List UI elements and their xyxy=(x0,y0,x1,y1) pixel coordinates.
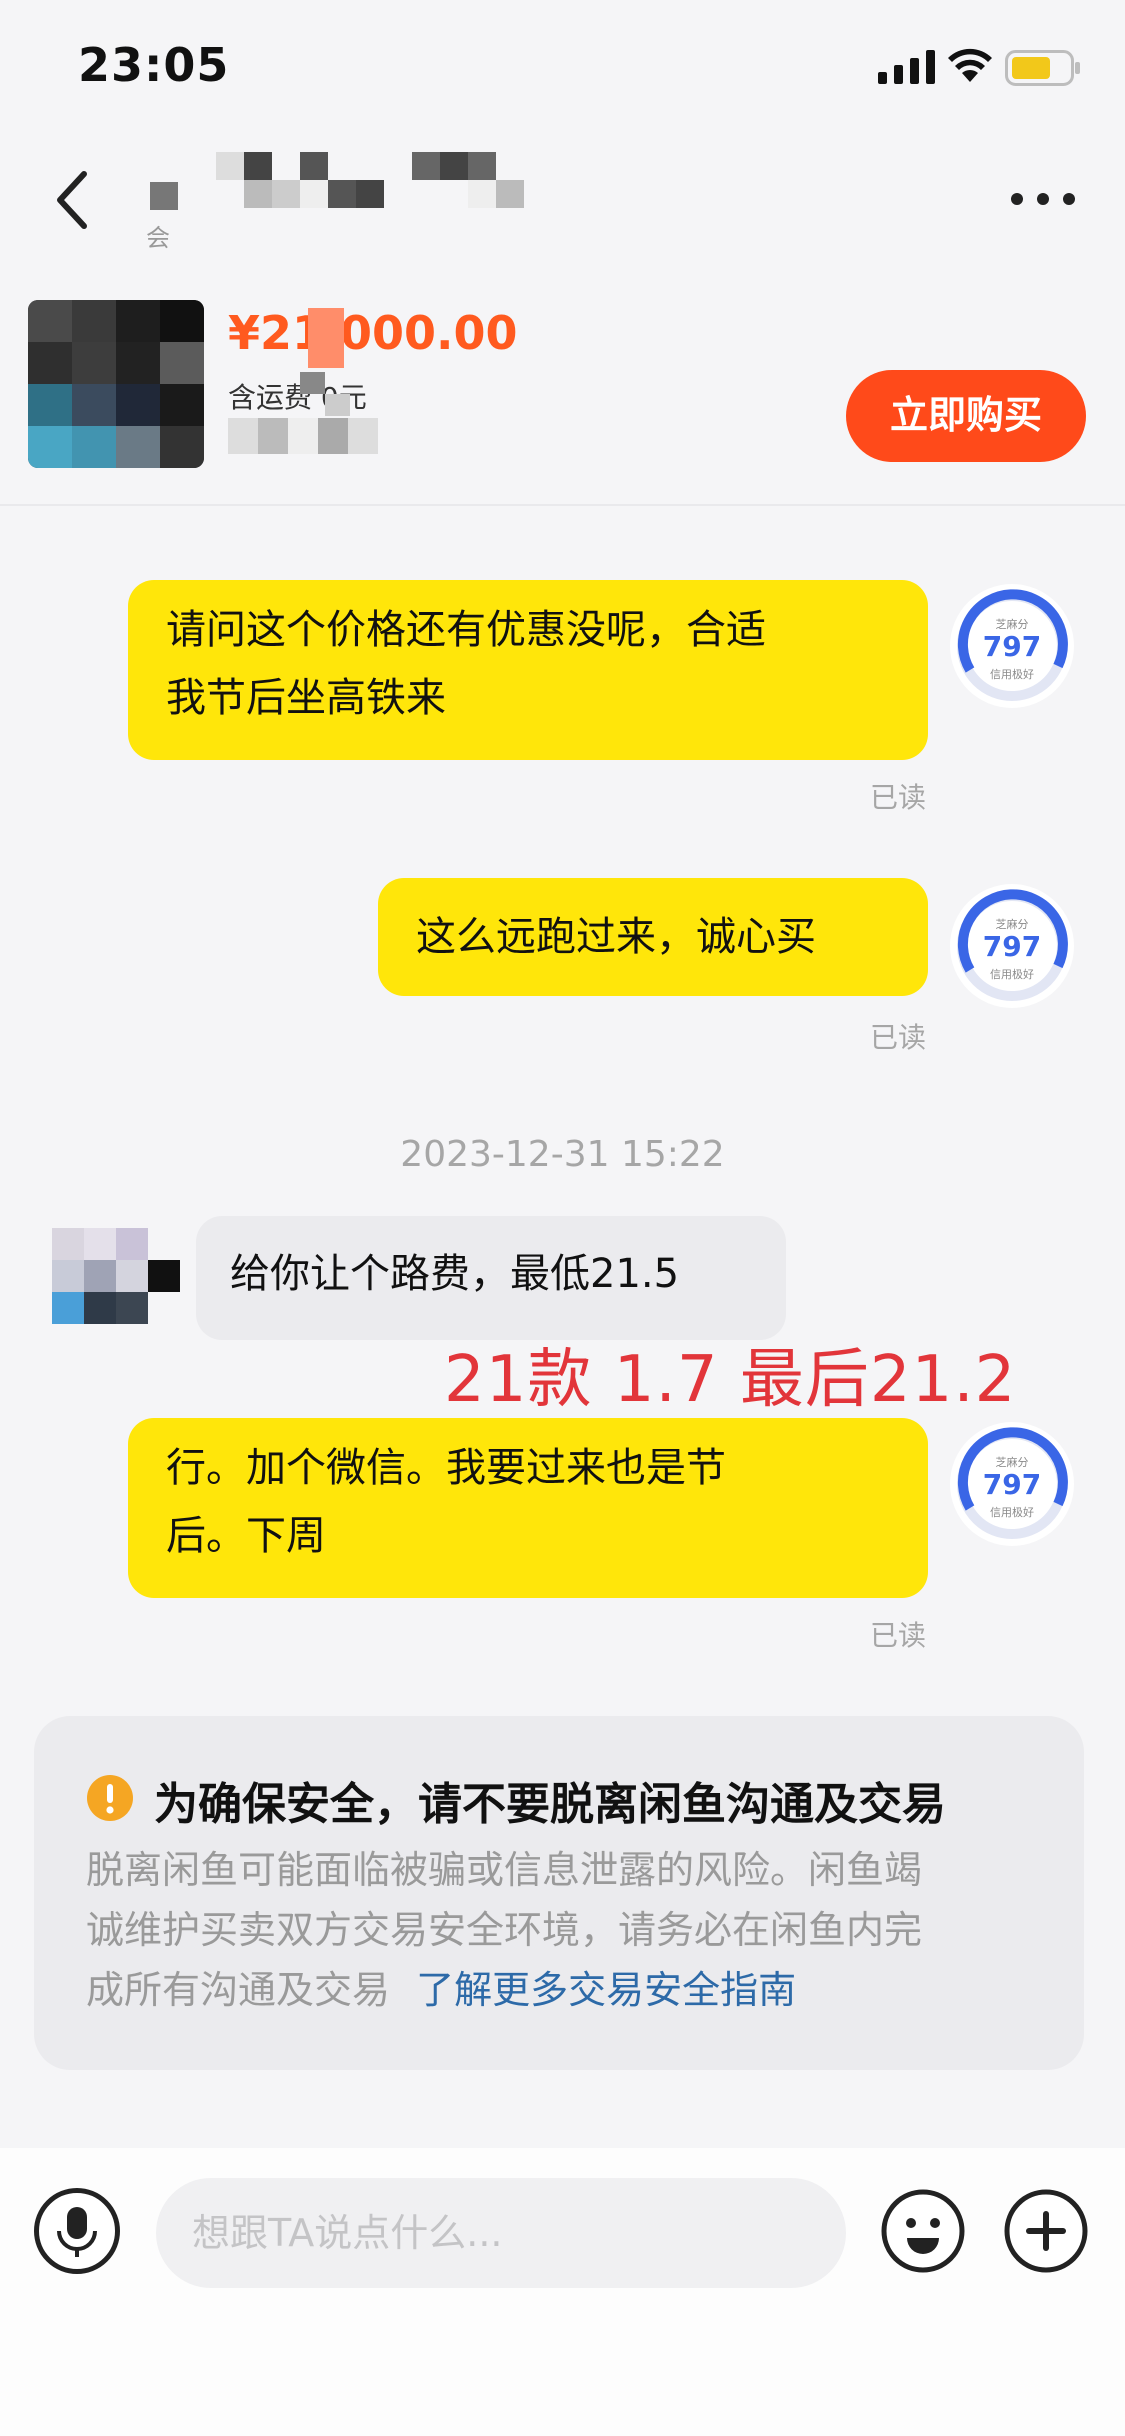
outgoing-message[interactable]: 行。加个微信。我要过来也是节 后。下周 xyxy=(128,1418,928,1598)
warning-icon xyxy=(87,1775,133,1821)
score-label: 芝麻分 xyxy=(996,617,1029,631)
emoji-icon[interactable] xyxy=(880,2188,966,2274)
outgoing-message[interactable]: 这么远跑过来，诚心买 xyxy=(378,878,928,996)
score-label: 芝麻分 xyxy=(996,1455,1029,1469)
plus-icon[interactable] xyxy=(1003,2188,1089,2274)
safety-body-text: 成所有沟通及交易 xyxy=(86,1968,391,2012)
message-text-line: 后。下周 xyxy=(166,1513,326,1559)
chat-screen: 23:05 会 ¥21 000.00 含运费 0元 立即购买 请问这个价格还有优… xyxy=(0,0,1125,2436)
nav-subtitle: 会 xyxy=(146,224,170,252)
price-redaction xyxy=(308,308,344,368)
safety-title: 为确保安全，请不要脱离闲鱼沟通及交易 xyxy=(154,1779,946,1830)
outgoing-message[interactable]: 请问这个价格还有优惠没呢，合适 我节后坐高铁来 xyxy=(128,580,928,760)
read-status: 已读 xyxy=(870,1021,927,1054)
score-level: 信用极好 xyxy=(990,1505,1034,1519)
contact-name-mosaic xyxy=(150,152,524,210)
microphone-icon xyxy=(57,2207,97,2257)
chat-timestamp: 2023-12-31 15:22 xyxy=(400,1134,725,1175)
credit-score: 797 xyxy=(983,1468,1041,1501)
message-text-line: 这么远跑过来，诚心买 xyxy=(416,914,816,960)
sesame-credit-avatar[interactable]: 芝麻分 797 信用极好 xyxy=(948,582,1076,710)
safety-body: 脱离闲鱼可能面临被骗或信息泄露的风险。闲鱼竭 诚维护买卖双方交易安全环境，请务必… xyxy=(86,1840,1046,2020)
message-input[interactable]: 想跟TA说点什么... xyxy=(156,2178,846,2288)
read-status: 已读 xyxy=(870,1619,927,1652)
status-bar: 23:05 xyxy=(0,0,1125,130)
product-price: ¥21 000.00 xyxy=(228,306,518,360)
safety-body-line: 脱离闲鱼可能面临被骗或信息泄露的风险。闲鱼竭 xyxy=(86,1848,923,1892)
input-bar: 想跟TA说点什么... xyxy=(0,2148,1125,2436)
chat-message-list[interactable]: 请问这个价格还有优惠没呢，合适 我节后坐高铁来 芝麻分 797 信用极好 已读 … xyxy=(0,508,1125,2148)
more-icon[interactable] xyxy=(1008,186,1078,212)
read-status: 已读 xyxy=(870,781,927,814)
score-label: 芝麻分 xyxy=(996,917,1029,931)
product-thumbnail[interactable] xyxy=(28,300,204,468)
buy-now-button[interactable]: 立即购买 xyxy=(846,370,1086,462)
sesame-credit-avatar[interactable]: 芝麻分 797 信用极好 xyxy=(948,882,1076,1010)
product-subtitle-mosaic xyxy=(228,418,378,454)
message-text-line: 请问这个价格还有优惠没呢，合适 xyxy=(166,607,766,653)
price-annotation: 21款 1.7 最后21.2 xyxy=(444,1343,1017,1417)
battery-icon xyxy=(1005,50,1080,86)
score-level: 信用极好 xyxy=(990,667,1034,681)
credit-score: 797 xyxy=(983,930,1041,963)
safety-notice-card: 为确保安全，请不要脱离闲鱼沟通及交易 脱离闲鱼可能面临被骗或信息泄露的风险。闲鱼… xyxy=(34,1716,1084,2070)
incoming-message[interactable]: 给你让个路费，最低21.5 xyxy=(196,1216,786,1340)
nav-bar: 会 xyxy=(0,130,1125,280)
score-level: 信用极好 xyxy=(990,967,1034,981)
voice-input-button[interactable] xyxy=(34,2188,120,2274)
status-time: 23:05 xyxy=(78,38,230,92)
safety-body-line: 成所有沟通及交易 了解更多交易安全指南 xyxy=(86,1960,1046,2020)
message-text-line: 我节后坐高铁来 xyxy=(166,675,446,721)
signal-icon xyxy=(878,50,935,84)
wifi-icon xyxy=(948,48,992,82)
message-text-line: 行。加个微信。我要过来也是节 xyxy=(166,1445,726,1491)
product-bar[interactable]: ¥21 000.00 含运费 0元 立即购买 xyxy=(0,280,1125,506)
credit-score: 797 xyxy=(983,630,1041,663)
message-text-line: 给你让个路费，最低21.5 xyxy=(230,1251,680,1297)
safety-body-line: 诚维护买卖双方交易安全环境，请务必在闲鱼内完 xyxy=(86,1908,923,1952)
seller-avatar[interactable] xyxy=(52,1228,180,1324)
shipping-redaction xyxy=(300,372,350,416)
back-icon[interactable] xyxy=(52,168,92,232)
sesame-credit-avatar[interactable]: 芝麻分 797 信用极好 xyxy=(948,1420,1076,1548)
safety-guide-link[interactable]: 了解更多交易安全指南 xyxy=(416,1968,796,2012)
